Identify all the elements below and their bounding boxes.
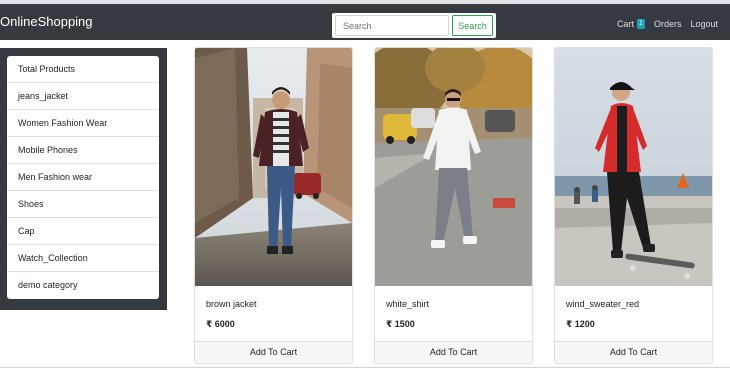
category-item-watch-collection[interactable]: Watch_Collection — [7, 245, 159, 272]
category-item-men-fashion-wear[interactable]: Men Fashion wear — [7, 164, 159, 191]
category-sidebar: Total Products jeans_jacket Women Fashio… — [0, 48, 167, 310]
category-list: Total Products jeans_jacket Women Fashio… — [7, 56, 159, 299]
product-photo-wind-sweater-red — [555, 48, 712, 286]
product-price: ₹ 6000 — [206, 319, 235, 329]
category-item-total-products[interactable]: Total Products — [7, 56, 159, 83]
search-input[interactable] — [335, 15, 449, 36]
add-to-cart-button[interactable]: Add To Cart — [555, 341, 712, 363]
search-button[interactable]: Search — [452, 15, 493, 36]
product-image[interactable] — [555, 48, 712, 286]
logout-link[interactable]: Logout — [690, 19, 718, 29]
category-item-mobile-phones[interactable]: Mobile Phones — [7, 137, 159, 164]
product-name[interactable]: brown jacket — [206, 299, 257, 309]
add-to-cart-button[interactable]: Add To Cart — [195, 341, 352, 363]
nav-links: Cart 1 Orders Logout — [617, 19, 718, 29]
category-item-shoes[interactable]: Shoes — [7, 191, 159, 218]
search-form: Search — [332, 13, 496, 38]
product-name[interactable]: wind_sweater_red — [566, 299, 639, 309]
category-item-cap[interactable]: Cap — [7, 218, 159, 245]
cart-count-badge: 1 — [636, 19, 645, 29]
product-price: ₹ 1500 — [386, 319, 415, 329]
category-item-demo-category[interactable]: demo category — [7, 272, 159, 299]
product-photo-white-shirt — [375, 48, 532, 286]
product-image[interactable] — [195, 48, 352, 286]
top-navbar: OnlineShopping Search Cart 1 Orders Logo… — [0, 4, 730, 40]
product-name[interactable]: white_shirt — [386, 299, 429, 309]
orders-link[interactable]: Orders — [654, 19, 682, 29]
product-photo-brown-jacket — [195, 48, 352, 286]
category-item-women-fashion-wear[interactable]: Women Fashion Wear — [7, 110, 159, 137]
page-bottom-divider — [0, 367, 730, 368]
cart-link[interactable]: Cart 1 — [617, 19, 645, 29]
brand-logo[interactable]: OnlineShopping — [0, 14, 93, 29]
product-price: ₹ 1200 — [566, 319, 595, 329]
product-image[interactable] — [375, 48, 532, 286]
category-item-jeans-jacket[interactable]: jeans_jacket — [7, 83, 159, 110]
product-card: white_shirt ₹ 1500 Add To Cart — [374, 47, 533, 364]
product-card: brown jacket ₹ 6000 Add To Cart — [194, 47, 353, 364]
cart-label: Cart — [616, 19, 634, 29]
add-to-cart-button[interactable]: Add To Cart — [375, 341, 532, 363]
product-card: wind_sweater_red ₹ 1200 Add To Cart — [554, 47, 713, 364]
